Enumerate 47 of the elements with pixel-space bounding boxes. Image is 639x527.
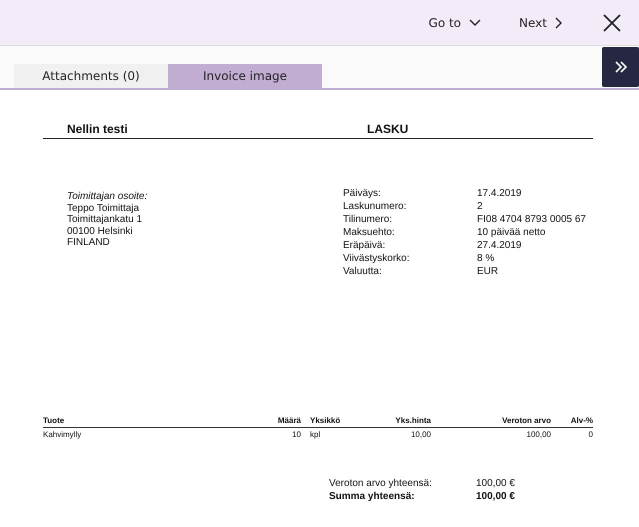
address-line: FINLAND	[67, 237, 111, 248]
address-line: 00100 Helsinki	[67, 226, 134, 237]
column-header: Veroton arvo	[431, 416, 551, 428]
go-to-button[interactable]: Go to	[420, 12, 490, 34]
column-header: Tuote	[43, 416, 261, 428]
address-line: Teppo Toimittaja	[67, 202, 140, 214]
detail-value: 10 päivää netto	[477, 226, 546, 239]
detail-value: 17.4.2019	[477, 187, 522, 200]
address-label: Toimittajan osoite:	[67, 191, 148, 202]
column-header: Yks.hinta	[371, 416, 431, 428]
tab[interactable]: Attachments (0)	[14, 64, 168, 88]
total-value: 100,00 €	[476, 477, 516, 490]
column-header: Alv-%	[551, 416, 593, 428]
detail-label: Laskunumero:	[343, 200, 408, 213]
tab[interactable]: Invoice image	[168, 64, 322, 88]
document-title: LASKU	[367, 122, 410, 136]
total-label: Summa yhteensä:	[329, 490, 416, 503]
close-icon	[603, 14, 621, 32]
close-button[interactable]	[603, 14, 621, 32]
company-name: Nellin testi	[67, 122, 129, 136]
expand-button[interactable]	[602, 47, 639, 87]
detail-value: 27.4.2019	[477, 239, 522, 252]
detail-label: Päiväys:	[343, 187, 382, 200]
detail-value: 2	[477, 200, 484, 213]
table-cell-text: 0	[588, 429, 593, 439]
detail-label: Maksuehto:	[343, 226, 396, 239]
detail-label: Eräpäivä:	[343, 239, 386, 252]
detail-label: Viivästyskorko:	[343, 252, 411, 265]
next-button[interactable]: Next	[511, 12, 571, 34]
table-cell-text: 10,00	[410, 429, 431, 439]
address-line: Toimittajankatu 1	[67, 214, 144, 226]
column-header: Määrä	[261, 416, 301, 428]
column-header: Yksikkö	[301, 416, 371, 428]
detail-value: FI08 4704 8793 0005 67	[477, 213, 586, 226]
table-cell-text: Kahvimylly	[43, 429, 82, 439]
chevron-right-icon	[555, 16, 563, 28]
detail-value: EUR	[477, 265, 500, 278]
detail-value: 8 %	[477, 252, 496, 265]
detail-label: Tilinumero:	[343, 213, 394, 226]
table-cell-text: 100,00	[526, 429, 551, 439]
table-cell-text: kpl	[309, 429, 322, 439]
detail-label: Valuutta:	[343, 265, 383, 278]
chevron-down-icon	[469, 18, 482, 26]
total-value: 100,00 €	[476, 490, 516, 503]
total-label: Veroton arvo yhteensä:	[329, 477, 433, 490]
table-cell-text: 10	[291, 429, 301, 439]
double-chevron-icon	[614, 61, 628, 73]
